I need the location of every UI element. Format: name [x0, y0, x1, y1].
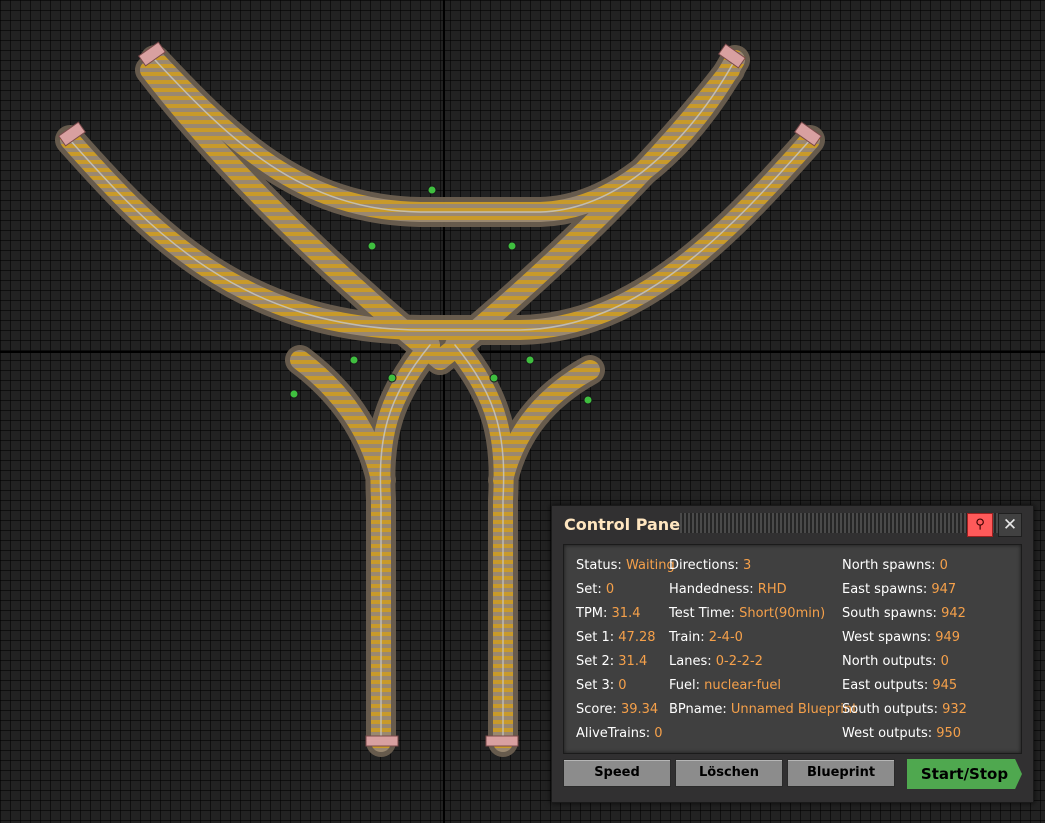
stats-column-1: Status: Waiting Set: 0 TPM: 31.4 Set 1: …: [576, 554, 675, 746]
stat-row: Set 1: 47.28: [576, 626, 675, 650]
stat-label: Fuel:: [669, 678, 700, 693]
rail-signal: [349, 355, 359, 365]
stat-label: West spawns:: [842, 630, 932, 645]
stat-label: East spawns:: [842, 582, 928, 597]
stat-value: 0: [940, 654, 949, 669]
stat-label: North outputs:: [842, 654, 937, 669]
rail-signal: [525, 355, 535, 365]
stat-label: BPname:: [669, 702, 727, 717]
stat-value: 942: [941, 606, 966, 621]
drag-handle[interactable]: [680, 513, 1008, 533]
stat-value: RHD: [757, 582, 787, 597]
stat-value: 0: [939, 558, 948, 573]
stat-row: Train: 2-4-0: [669, 626, 857, 650]
start-stop-button[interactable]: Start/Stop: [907, 759, 1022, 789]
stat-value: 950: [936, 726, 962, 741]
stat-row: North outputs: 0: [842, 650, 967, 674]
stats-column-3: North spawns: 0 East spawns: 947 South s…: [842, 554, 967, 746]
close-icon: ✕: [1002, 515, 1018, 535]
stat-value: Waiting: [625, 558, 675, 573]
rail-signal: [367, 241, 377, 251]
stat-row: North spawns: 0: [842, 554, 967, 578]
stat-row: Test Time: Short(90min): [669, 602, 857, 626]
stat-label: TPM:: [576, 606, 608, 621]
stat-label: Status:: [576, 558, 622, 573]
rail-endpoint-south-right: [485, 735, 519, 747]
stat-value: 0: [618, 678, 627, 693]
stat-label: South outputs:: [842, 702, 938, 717]
stat-row: Lanes: 0-2-2-2: [669, 650, 857, 674]
stat-value: 31.4: [618, 654, 648, 669]
stat-row: Set: 0: [576, 578, 675, 602]
stat-label: Handedness:: [669, 582, 754, 597]
speed-button[interactable]: Speed: [563, 759, 671, 787]
stat-value: 47.28: [618, 630, 656, 645]
stat-value: Unnamed Blueprint: [730, 702, 858, 717]
stat-label: Set 1:: [576, 630, 615, 645]
stats-column-2: Directions: 3 Handedness: RHD Test Time:…: [669, 554, 857, 722]
rail-signal: [387, 373, 397, 383]
stat-label: Set 2:: [576, 654, 615, 669]
stat-row: West outputs: 950: [842, 722, 967, 746]
stat-label: Test Time:: [669, 606, 735, 621]
rail-signal: [507, 241, 517, 251]
stat-row: BPname: Unnamed Blueprint: [669, 698, 857, 722]
blueprint-button[interactable]: Blueprint: [787, 759, 895, 787]
control-panel: Control Panel ⚲ ✕ Status: Waiting Set: 0…: [551, 505, 1034, 803]
stat-value: 39.34: [620, 702, 659, 717]
stat-label: South spawns:: [842, 606, 937, 621]
stat-row: Set 3: 0: [576, 674, 675, 698]
stat-row: Score: 39.34: [576, 698, 675, 722]
stat-row: South outputs: 932: [842, 698, 967, 722]
stat-value: 949: [935, 630, 961, 645]
stat-row: Status: Waiting: [576, 554, 675, 578]
stat-value: 0-2-2-2: [715, 654, 763, 669]
stats-area: Status: Waiting Set: 0 TPM: 31.4 Set 1: …: [563, 544, 1022, 754]
stat-label: Train:: [669, 630, 705, 645]
stat-label: Score:: [576, 702, 617, 717]
stat-label: Set:: [576, 582, 602, 597]
close-button[interactable]: ✕: [998, 513, 1022, 537]
stat-row: South spawns: 942: [842, 602, 967, 626]
stat-value: 932: [942, 702, 967, 717]
rail-signal: [289, 389, 299, 399]
stat-value: 947: [931, 582, 957, 597]
stat-row: AliveTrains: 0: [576, 722, 675, 746]
stat-value: 2-4-0: [708, 630, 743, 645]
stat-label: Directions:: [669, 558, 739, 573]
stat-label: North spawns:: [842, 558, 936, 573]
stat-label: Lanes:: [669, 654, 712, 669]
stat-value: nuclear-fuel: [704, 678, 781, 693]
pin-button[interactable]: ⚲: [967, 513, 993, 537]
clear-button[interactable]: Löschen: [675, 759, 783, 787]
stat-value: 945: [932, 678, 958, 693]
stat-row: Handedness: RHD: [669, 578, 857, 602]
stat-label: Set 3:: [576, 678, 615, 693]
control-panel-titlebar[interactable]: Control Panel ⚲ ✕: [552, 506, 1033, 544]
rail-signal: [583, 395, 593, 405]
stat-value: 31.4: [611, 606, 641, 621]
stat-row: East outputs: 945: [842, 674, 967, 698]
stat-row: East spawns: 947: [842, 578, 967, 602]
stat-value: 3: [743, 558, 752, 573]
rail-signal: [489, 373, 499, 383]
stat-value: 0: [605, 582, 615, 597]
stat-label: West outputs:: [842, 726, 933, 741]
stat-row: Set 2: 31.4: [576, 650, 675, 674]
stat-row: Fuel: nuclear-fuel: [669, 674, 857, 698]
stat-row: West spawns: 949: [842, 626, 967, 650]
rail-signal: [427, 185, 437, 195]
stat-value: 0: [654, 726, 663, 741]
stat-value: Short(90min): [739, 606, 826, 621]
stat-label: AliveTrains:: [576, 726, 651, 741]
pin-icon: ⚲: [975, 517, 985, 532]
stat-label: East outputs:: [842, 678, 929, 693]
stat-row: Directions: 3: [669, 554, 857, 578]
stat-row: TPM: 31.4: [576, 602, 675, 626]
control-panel-title: Control Panel: [564, 515, 686, 534]
rail-endpoint-south-left: [365, 735, 399, 747]
